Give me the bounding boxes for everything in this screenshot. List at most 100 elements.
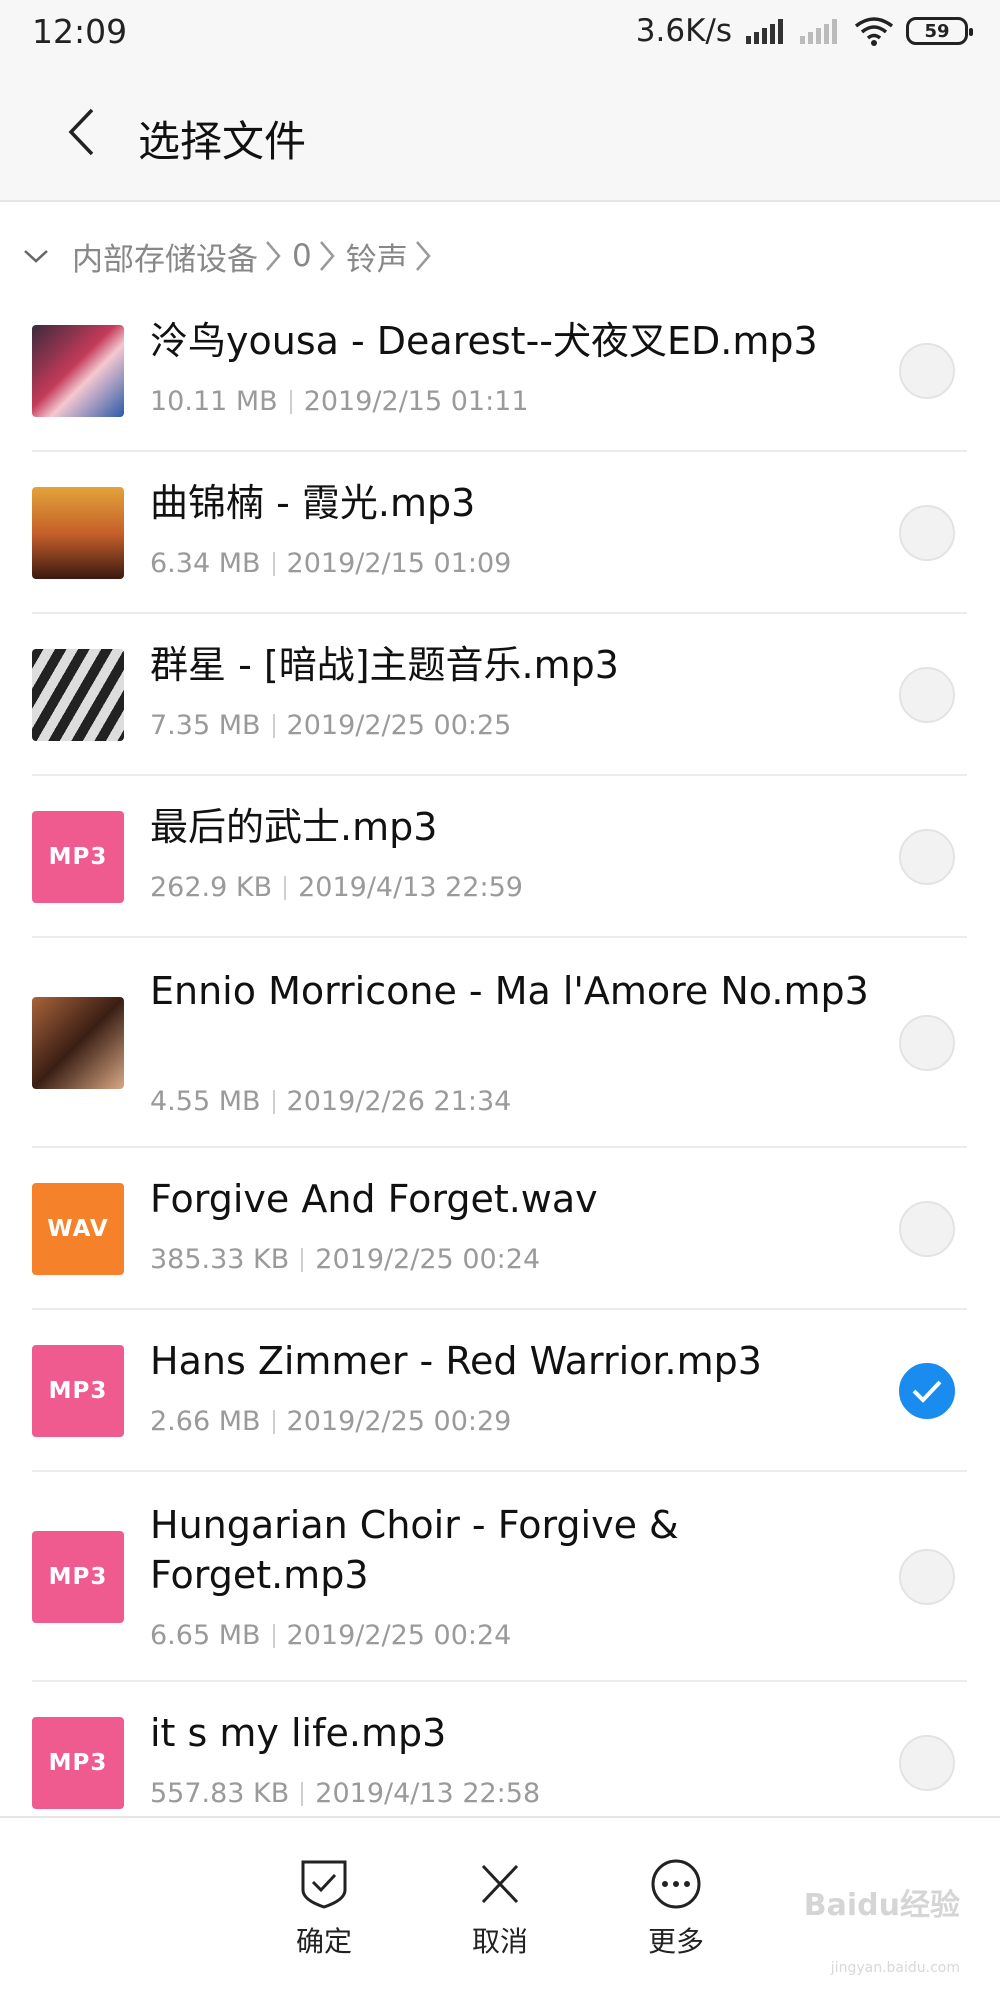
checkbox[interactable] xyxy=(899,505,955,561)
file-date: 2019/2/15 01:09 xyxy=(286,548,512,579)
file-name: 泠鸟yousa - Dearest--犬夜叉ED.mp3 xyxy=(150,319,818,363)
baidu-watermark: Baidu经验 xyxy=(803,1888,960,1923)
file-size: 10.11 MB xyxy=(150,386,278,417)
cancel-label: 取消 xyxy=(471,1925,528,1958)
close-icon xyxy=(481,1864,519,1904)
file-type-label: MP3 xyxy=(48,844,108,870)
confirm-label: 确定 xyxy=(295,1925,352,1958)
file-row[interactable]: Ennio Morricone - Ma l'Amore No.mp3 4.55 … xyxy=(32,938,967,1148)
breadcrumb: 内部存储设备 0 铃声 xyxy=(0,224,1000,288)
file-size: 7.35 MB xyxy=(150,710,261,741)
file-size: 6.65 MB xyxy=(150,1620,261,1651)
file-type-label: WAV xyxy=(47,1216,109,1242)
wav-file-icon: WAV xyxy=(32,1183,124,1275)
meta-divider xyxy=(272,1089,275,1114)
file-meta: 2.66 MB 2019/2/25 00:29 xyxy=(150,1406,511,1437)
checkbox[interactable] xyxy=(899,1549,955,1605)
file-meta: 385.33 KB 2019/2/25 00:24 xyxy=(150,1244,540,1275)
signal-2-icon xyxy=(800,18,840,44)
checkbox[interactable] xyxy=(899,667,955,723)
back-arrow-icon xyxy=(68,108,94,156)
meta-divider xyxy=(272,1409,275,1434)
file-row[interactable]: 曲锦楠 - 霞光.mp3 6.34 MB 2019/2/15 01:09 xyxy=(32,452,967,614)
network-speed: 3.6K/s xyxy=(635,13,732,49)
breadcrumb-item[interactable]: 内部存储设备 xyxy=(72,234,288,279)
more-label: 更多 xyxy=(647,1925,704,1958)
file-list-viewport[interactable]: 泠鸟yousa - Dearest--犬夜叉ED.mp3 10.11 MB 2019… xyxy=(0,308,1000,1816)
breadcrumb-item[interactable]: 铃声 xyxy=(346,234,438,279)
file-list: 泠鸟yousa - Dearest--犬夜叉ED.mp3 10.11 MB 2019… xyxy=(32,308,967,1816)
file-date: 2019/2/25 00:29 xyxy=(286,1406,512,1437)
album-art-thumbnail xyxy=(32,325,124,417)
battery-icon: 59 xyxy=(906,17,973,45)
file-date: 2019/2/25 00:24 xyxy=(315,1244,541,1275)
status-time: 12:09 xyxy=(32,12,128,51)
battery-level: 59 xyxy=(924,20,950,42)
file-size: 262.9 KB xyxy=(150,872,273,903)
file-row[interactable]: WAV Forgive And Forget.wav 385.33 KB 2019/2… xyxy=(32,1148,967,1310)
breadcrumb-item[interactable]: 0 xyxy=(292,238,342,274)
breadcrumb-label: 内部存储设备 xyxy=(72,241,258,278)
breadcrumb-toggle[interactable] xyxy=(0,224,72,288)
meta-divider xyxy=(272,551,275,576)
file-meta: 6.65 MB 2019/2/25 00:24 xyxy=(150,1620,511,1651)
checkbox[interactable] xyxy=(899,1015,955,1071)
status-indicators: 3.6K/s 59 xyxy=(635,12,973,50)
file-row[interactable]: 泠鸟yousa - Dearest--犬夜叉ED.mp3 10.11 MB 2019… xyxy=(32,308,967,452)
cancel-button[interactable]: 取消 xyxy=(440,1858,560,1960)
file-name: Hans Zimmer - Red Warrior.mp3 xyxy=(150,1339,762,1383)
back-button[interactable] xyxy=(56,104,106,160)
file-name: Hungarian Choir - Forgive & Forget.mp3 xyxy=(150,1503,679,1597)
file-type-label: MP3 xyxy=(48,1378,108,1404)
checkbox[interactable] xyxy=(899,829,955,885)
header: 选择文件 xyxy=(0,62,1000,202)
checkbox[interactable] xyxy=(899,1735,955,1791)
file-meta: 262.9 KB 2019/4/13 22:59 xyxy=(150,872,523,903)
signal-icon xyxy=(746,18,786,44)
file-meta: 4.55 MB 2019/2/26 21:34 xyxy=(150,1086,511,1117)
file-row[interactable]: MP3 最后的武士.mp3 262.9 KB 2019/4/13 22:59 xyxy=(32,776,967,938)
checkbox-checked[interactable] xyxy=(899,1363,955,1419)
checkbox[interactable] xyxy=(899,343,955,399)
file-date: 2019/4/13 22:58 xyxy=(315,1778,541,1809)
shield-check-icon xyxy=(301,1860,347,1909)
file-name: 最后的武士.mp3 xyxy=(150,805,438,849)
file-size: 2.66 MB xyxy=(150,1406,261,1437)
status-bar: 12:09 3.6K/s 59 xyxy=(0,0,1000,62)
breadcrumb-label: 铃声 xyxy=(345,241,408,278)
file-name: 群星 - [暗战]主题音乐.mp3 xyxy=(150,643,619,687)
wifi-icon xyxy=(854,17,894,46)
file-meta: 7.35 MB 2019/2/25 00:25 xyxy=(150,710,511,741)
chevron-down-icon xyxy=(24,250,48,263)
confirm-button[interactable]: 确定 xyxy=(264,1858,384,1960)
file-size: 557.83 KB xyxy=(150,1778,290,1809)
file-date: 2019/2/15 01:11 xyxy=(303,386,529,417)
file-name: Ennio Morricone - Ma l'Amore No.mp3 xyxy=(150,969,869,1013)
file-name: 曲锦楠 - 霞光.mp3 xyxy=(150,481,476,525)
page-title: 选择文件 xyxy=(138,117,307,166)
album-art-thumbnail xyxy=(32,649,124,741)
album-art-thumbnail xyxy=(32,487,124,579)
album-art-thumbnail xyxy=(32,997,124,1089)
checkbox[interactable] xyxy=(899,1201,955,1257)
file-size: 6.34 MB xyxy=(150,548,261,579)
file-row[interactable]: MP3 Hans Zimmer - Red Warrior.mp3 2.66 MB 2… xyxy=(32,1310,967,1472)
meta-divider xyxy=(301,1247,304,1272)
file-date: 2019/2/26 21:34 xyxy=(286,1086,512,1117)
chevron-right-icon xyxy=(318,239,336,273)
file-date: 2019/2/25 00:24 xyxy=(286,1620,512,1651)
mp3-file-icon: MP3 xyxy=(32,1717,124,1809)
file-row[interactable]: MP3 Hungarian Choir - Forgive & Forget.mp… xyxy=(32,1472,967,1682)
meta-divider xyxy=(289,389,292,414)
file-size: 4.55 MB xyxy=(150,1086,261,1117)
file-meta: 557.83 KB 2019/4/13 22:58 xyxy=(150,1778,540,1809)
meta-divider xyxy=(272,1623,275,1648)
mp3-file-icon: MP3 xyxy=(32,1531,124,1623)
checkmark-icon xyxy=(912,1380,942,1403)
mp3-file-icon: MP3 xyxy=(32,1345,124,1437)
more-button[interactable]: 更多 xyxy=(616,1858,736,1960)
file-row[interactable]: 群星 - [暗战]主题音乐.mp3 7.35 MB 2019/2/25 00:25 xyxy=(32,614,967,776)
file-size: 385.33 KB xyxy=(150,1244,290,1275)
file-date: 2019/4/13 22:59 xyxy=(298,872,523,903)
file-row[interactable]: MP3 it s my life.mp3 557.83 KB 2019/4/13 22… xyxy=(32,1682,967,1816)
